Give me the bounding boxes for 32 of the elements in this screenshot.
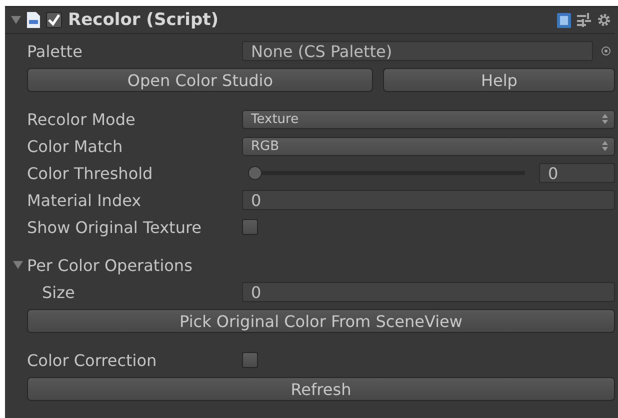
updown-arrows-icon xyxy=(602,114,608,124)
slider-thumb[interactable] xyxy=(248,166,262,180)
field-label: Color Match xyxy=(27,136,124,156)
checkbox[interactable] xyxy=(46,12,62,28)
button[interactable]: Refresh xyxy=(27,377,615,401)
button[interactable]: Help xyxy=(383,68,615,92)
foldout-arrow-icon[interactable] xyxy=(13,260,23,270)
object-field[interactable]: None (CS Palette) xyxy=(242,41,593,61)
dropdown[interactable]: Texture xyxy=(242,110,615,128)
field-label: Color Threshold xyxy=(27,164,154,182)
script-file-icon xyxy=(27,12,40,28)
field-label: Size xyxy=(42,282,76,302)
button[interactable]: Pick Original Color From SceneView xyxy=(27,309,615,333)
number-field[interactable]: 0 xyxy=(242,282,615,302)
settings-icon[interactable] xyxy=(597,13,611,27)
updown-arrows-icon xyxy=(602,141,608,151)
field-label: Palette xyxy=(27,42,84,60)
foldout-arrow-icon[interactable] xyxy=(11,15,21,25)
field-label: Color Correction xyxy=(27,350,158,370)
dropdown[interactable]: RGB xyxy=(242,136,615,156)
button[interactable]: Open Color Studio xyxy=(27,68,374,92)
component-title: Recolor (Script) xyxy=(68,10,220,30)
target-icon[interactable] xyxy=(601,46,611,56)
foldout-label[interactable]: Per Color Operations xyxy=(27,256,192,274)
checkbox[interactable] xyxy=(242,219,258,235)
field-label: Recolor Mode xyxy=(27,110,136,128)
sliders-icon[interactable] xyxy=(577,13,591,27)
checkbox[interactable] xyxy=(242,352,258,368)
field-label: Show Original Texture xyxy=(27,218,203,236)
number-field[interactable]: 0 xyxy=(539,163,615,183)
field-label: Material Index xyxy=(27,190,142,210)
number-field[interactable]: 0 xyxy=(242,190,615,210)
